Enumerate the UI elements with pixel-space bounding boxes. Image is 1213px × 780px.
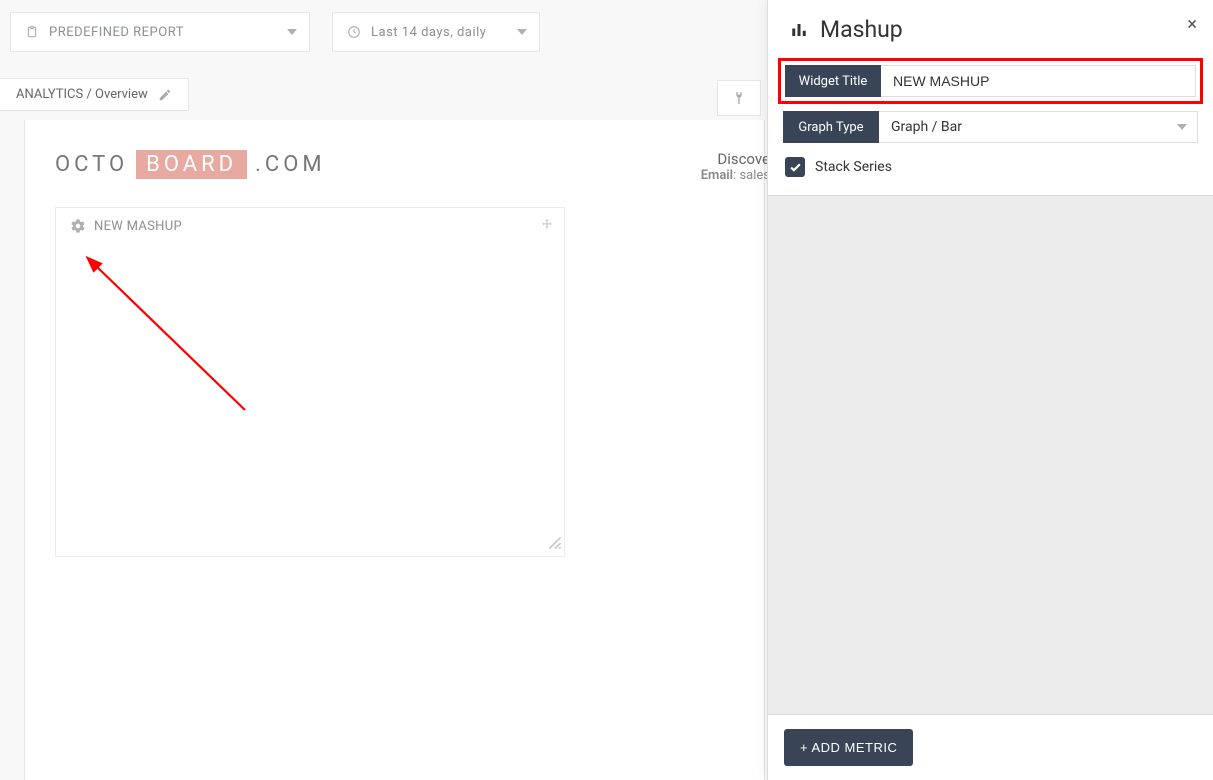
widget-title-input[interactable] [893,73,1183,89]
panel-title: Mashup [820,16,903,43]
graph-type-row: Graph Type Graph / Bar [783,111,1198,143]
chevron-down-icon [287,29,297,35]
checkmark-icon [789,161,802,174]
logo-com: .COM [255,152,325,177]
clipboard-icon [25,24,39,40]
clock-icon [347,25,361,39]
panel-header: Mashup × [768,0,1213,55]
stack-series-label: Stack Series [815,159,892,175]
gear-icon[interactable] [70,218,86,234]
widget-header: NEW MASHUP [56,208,564,244]
chevron-down-icon [1177,124,1187,130]
breadcrumb: ANALYTICS / Overview [0,78,189,111]
predefined-report-label: PREDEFINED REPORT [49,25,184,40]
date-range-dropdown[interactable]: Last 14 days, daily [332,12,540,52]
logo-board: BOARD [136,150,247,179]
discover-title: Discove [701,150,770,168]
stack-series-row[interactable]: Stack Series [783,153,1198,181]
panel-body: Widget Title Graph Type Graph / Bar Stac… [768,55,1213,196]
graph-type-select[interactable]: Graph / Bar [879,111,1198,143]
stack-series-checkbox[interactable] [785,157,805,177]
close-icon[interactable]: × [1187,14,1197,35]
discover-block: Discove Email: sales [701,150,770,183]
plug-icon [731,90,747,106]
bar-chart-icon [790,21,808,39]
widget-title: NEW MASHUP [94,219,182,234]
breadcrumb-text: ANALYTICS / Overview [16,87,148,102]
logo: OCTO BOARD .COM [55,150,734,179]
widget-title-row: Widget Title [783,63,1198,99]
chevron-down-icon [517,29,527,35]
widget-title-label: Widget Title [785,65,881,97]
canvas: OCTO BOARD .COM Discove Email: sales NEW… [24,120,765,780]
panel-footer: + ADD METRIC [768,714,1213,780]
top-toolbar: PREDEFINED REPORT Last 14 days, daily [10,12,540,52]
mashup-side-panel: Mashup × Widget Title Graph Type Graph /… [767,0,1213,780]
date-range-label: Last 14 days, daily [371,25,486,40]
graph-type-label: Graph Type [783,111,879,143]
resize-handle[interactable] [548,535,562,554]
move-icon[interactable] [540,218,554,232]
graph-type-value: Graph / Bar [891,119,962,135]
plugin-button[interactable] [717,80,761,116]
pencil-icon[interactable] [158,88,172,102]
email-value: sales [739,168,770,183]
add-metric-button[interactable]: + ADD METRIC [784,729,913,766]
predefined-report-dropdown[interactable]: PREDEFINED REPORT [10,12,310,52]
logo-octo: OCTO [55,152,128,177]
email-label: Email [701,168,733,183]
mashup-widget[interactable]: NEW MASHUP [55,207,565,557]
